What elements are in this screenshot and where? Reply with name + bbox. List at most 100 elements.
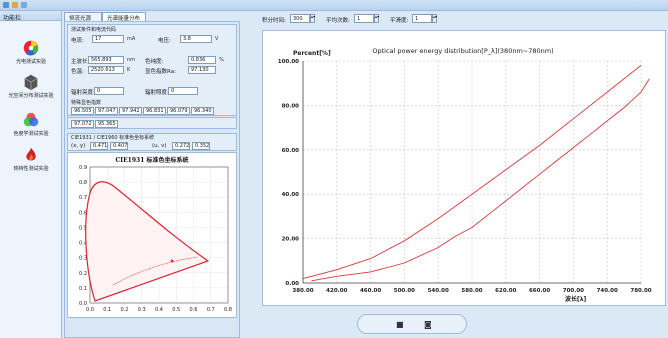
peak-wavelength-unit: nm (127, 57, 136, 63)
cie-x-tick-label: 0.5 (172, 307, 180, 313)
special-cri-field[interactable]: 96.505 (71, 107, 94, 115)
sidebar-item-colorimetry[interactable]: 色度学测试实验 (2, 111, 60, 137)
x-axis-label: 波长[λ] (565, 295, 587, 303)
special-cri-field[interactable]: 97.942 (119, 107, 142, 115)
open-icon[interactable] (21, 2, 27, 8)
cie-y-tick-label: 0.2 (79, 271, 87, 277)
y-coord-field[interactable]: 0.407 (110, 142, 128, 150)
control-pill: ■ ◙ (357, 314, 467, 334)
current-field[interactable]: 17 (92, 35, 124, 43)
irradiance-field[interactable]: 0 (168, 87, 198, 95)
cct-unit: K (127, 67, 131, 73)
camera-button[interactable]: ◙ (424, 320, 432, 329)
peak-wavelength-label: 主波长: (71, 59, 90, 65)
cie-x-tick-label: 0.2 (121, 307, 129, 313)
x-tick-label: 580.00 (461, 288, 482, 294)
x-tick-label: 460.00 (360, 288, 381, 294)
radiance-label: 辐射亮度: (71, 90, 95, 96)
x-tick-label: 620.00 (495, 288, 516, 294)
sidebar-item-photoelectric[interactable]: 光电测试实验 (2, 39, 60, 65)
integration-time-spinner[interactable]: ▴▾ (310, 14, 315, 23)
cie-x-tick-label: 0.7 (207, 307, 215, 313)
chart-axes: 380.00 420.00 460.00 500.00 540.00 580.00 620.… (278, 59, 652, 294)
voltage-label: 电压: (158, 38, 171, 44)
y-tick-label: 80.00 (282, 103, 300, 109)
stop-button[interactable]: ■ (396, 320, 404, 329)
chart-series (302, 65, 650, 282)
chart-title: Optical power energy distribution[P_λ](3… (372, 47, 553, 55)
y-axis-label: Percent[%] (293, 50, 331, 57)
radiance-field[interactable]: 0 (94, 87, 124, 95)
spectral-locus (85, 181, 210, 302)
sidebar-item-label: 光电测试实验 (15, 59, 46, 65)
smoothing-spinner[interactable]: ▴▾ (432, 14, 437, 23)
integration-time-label: 积分时间: (262, 18, 286, 24)
cri-field[interactable]: 97.130 (188, 66, 216, 74)
cie-x-ticks: 0.0 0.1 0.2 0.3 0.4 0.5 0.6 0.7 0.8 (86, 307, 232, 313)
u-coord-field[interactable]: 0.272 (172, 142, 190, 150)
series-line-1 (311, 78, 650, 282)
chart-grid (302, 60, 642, 284)
xy-label: (x, y) (71, 143, 86, 149)
x-tick-label: 740.00 (597, 288, 618, 294)
y-tick-label: 60.00 (282, 148, 300, 154)
color-wheel-icon (23, 40, 39, 56)
irradiance-label: 辐射照度: (145, 90, 169, 96)
cube-icon (24, 74, 38, 91)
test-conditions-title: 测试条件和电流代码 (71, 27, 117, 33)
average-count-input[interactable]: 1 (354, 14, 374, 23)
special-cri-field[interactable]: 96.831 (143, 107, 166, 115)
special-cri-field[interactable]: 95.365 (95, 120, 118, 128)
voltage-unit: V (215, 36, 219, 42)
purity-label: 色纯度: (145, 59, 164, 65)
purity-unit: % (219, 57, 224, 63)
current-label: 电流: (71, 38, 84, 44)
special-cri-field[interactable]: 96.079 (167, 107, 190, 115)
x-tick-label: 780.00 (630, 288, 651, 294)
bottom-bar: ■ ◙ (262, 306, 668, 338)
spectral-chart: Optical power energy distribution[P_λ](3… (278, 47, 652, 303)
integration-time-input[interactable]: 300 (290, 14, 310, 23)
x-tick-label: 500.00 (394, 288, 415, 294)
test-conditions-group: 测试条件和电流代码 电流: 17 mA 电压: 3.8 V 主波长: 565.8… (67, 24, 237, 116)
cie-x-tick-label: 0.8 (224, 307, 232, 313)
cie-y-tick-label: 0.3 (79, 256, 87, 262)
cie-x-tick-label: 0.4 (155, 307, 163, 313)
chroma-coords-title: CIE1931 / CIE1960 标准色坐标系统 (71, 135, 155, 141)
voltage-field[interactable]: 3.8 (180, 35, 212, 43)
x-coord-field[interactable]: 0.471 (90, 142, 108, 150)
x-tick-label: 420.00 (326, 288, 347, 294)
x-tick-label: 660.00 (529, 288, 550, 294)
flame-icon (26, 147, 36, 161)
title-bar (0, 0, 668, 11)
x-tick-label: 380.00 (292, 288, 313, 294)
sidebar-item-label: 热特性测试实验 (13, 166, 49, 172)
sidebar-header: 功能栏 (0, 11, 61, 22)
peak-wavelength-field[interactable]: 565.893 (88, 56, 124, 64)
y-tick-label: 0.00 (285, 281, 299, 287)
v-coord-field[interactable]: 0.352 (192, 142, 210, 150)
cri-label: 显色指数Ra: (145, 69, 176, 75)
tab-constant-source[interactable]: 恒流光源 (64, 12, 102, 22)
sidebar-item-thermal[interactable]: 热特性测试实验 (2, 146, 60, 172)
cie-y-tick-label: 0.1 (79, 286, 87, 292)
smoothing-input[interactable]: 1 (412, 14, 432, 23)
cie-x-tick-label: 0.1 (103, 307, 111, 313)
sidebar-item-spatial[interactable]: 光空间分布测试实验 (2, 73, 60, 99)
x-tick-label: 540.00 (428, 288, 449, 294)
cct-label: 色温: (71, 69, 84, 75)
current-unit: mA (127, 36, 136, 42)
cie-y-tick-label: 0.7 (79, 195, 87, 201)
special-cri-field[interactable]: 97.072 (71, 120, 94, 128)
y-tick-label: 20.00 (282, 237, 300, 243)
purity-field[interactable]: 0.836 (188, 56, 216, 64)
sidebar-item-label: 光空间分布测试实验 (8, 93, 54, 99)
save-icon[interactable] (12, 2, 18, 8)
special-cri-field[interactable]: 96.340 (191, 107, 214, 115)
cct-field[interactable]: 2520.613 (88, 66, 124, 74)
special-cri-field[interactable]: 97.047 (95, 107, 118, 115)
cie-chromaticity-chart: CIE1931 标准色坐标系统 0.9 0.8 0.7 0.6 0.5 0.4 0.3 0.2… (67, 152, 237, 318)
tab-spectral-distribution[interactable]: 光谱能量分布 (102, 12, 146, 22)
average-count-spinner[interactable]: ▴▾ (374, 14, 379, 23)
uv-label: (u, v) (152, 143, 167, 149)
